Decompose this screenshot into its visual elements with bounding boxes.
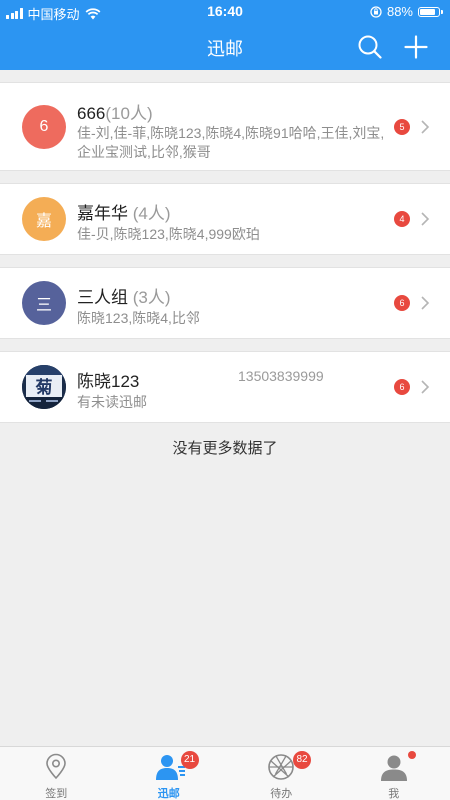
conversation-name: 嘉年华 [77,204,128,223]
search-button[interactable] [356,33,384,61]
status-right: 88% [370,4,443,19]
tab-todo[interactable]: 82 待办 [225,747,338,800]
status-bar: 中国移动 16:40 88% [0,0,450,24]
battery-icon [418,6,443,17]
conversation-title: 嘉年华 (4人) [77,199,171,224]
tab-checkin[interactable]: 签到 [0,747,113,800]
add-button[interactable] [402,33,430,61]
conversation-title: 三人组 (3人) [77,283,171,308]
unread-badge: 4 [394,211,410,227]
photo-avatar: 菊 [22,365,66,409]
shutter-icon [268,754,294,780]
conversation-name: 三人组 [77,288,128,307]
svg-text:菊: 菊 [36,377,53,398]
location-pin-icon [46,753,66,780]
unread-badge: 6 [394,295,410,311]
no-more-data-label: 没有更多数据了 [172,440,278,457]
conversation-item[interactable]: 6 666(10人) 佳-刘,佳-菲,陈晓123,陈晓4,陈晓91哈哈,王佳,刘… [0,82,450,171]
user-icon [380,755,407,781]
group-avatar: 6 [22,105,66,149]
tab-me[interactable]: 我 [338,747,450,800]
member-count: (4人) [132,204,171,223]
tab-badge: 21 [180,751,199,769]
conversation-title: 666(10人) [77,99,153,124]
app-screen: 中国移动 16:40 88% 迅邮 6 666(10人) 佳-刘,佳-菲,陈晓1… [0,0,450,800]
unread-badge: 5 [394,119,410,135]
notification-dot [407,751,416,759]
conversation-name: 陈晓123 [77,372,140,391]
conversation-name: 666 [77,104,106,123]
chevron-right-icon [421,120,430,134]
phone-number: 13503839999 [238,368,324,384]
conversation-status: 有未读迅邮 [77,394,147,410]
group-avatar: 三 [22,281,66,325]
battery-level [420,8,435,15]
chevron-right-icon [421,296,430,310]
plus-icon [404,35,428,59]
unread-badge: 6 [394,379,410,395]
contacts-icon [155,755,185,780]
tab-mail[interactable]: 21 迅邮 [113,747,226,800]
conversation-item[interactable]: 三 三人组 (3人) 陈晓123,陈晓4,比邻 6 [0,267,450,339]
tab-label: 迅邮 [157,788,180,800]
chevron-right-icon [421,212,430,226]
search-icon [358,35,382,59]
chevron-right-icon [421,380,430,394]
battery-percent: 88% [386,4,413,19]
conversation-item[interactable]: 嘉 嘉年华 (4人) 佳-贝,陈晓123,陈晓4,999欧珀 4 [0,183,450,255]
member-count: (10人) [105,104,153,123]
nav-bar: 迅邮 [0,24,450,70]
group-avatar: 嘉 [22,197,66,241]
member-count: (3人) [132,288,171,307]
tab-label: 我 [388,788,400,800]
conversation-members: 佳-刘,佳-菲,陈晓123,陈晓4,陈晓91哈哈,王佳,刘宝,企业宝测试,比邻,… [77,125,385,160]
conversation-members: 佳-贝,陈晓123,陈晓4,999欧珀 [77,226,260,242]
conversation-members: 陈晓123,陈晓4,比邻 [77,310,200,326]
tab-bar: 签到 21 迅邮 82 待办 我 [0,746,450,800]
orientation-lock-icon [370,5,382,18]
tab-badge: 82 [293,751,311,769]
tab-label: 待办 [270,788,293,800]
tab-label: 签到 [45,788,68,800]
conversation-item[interactable]: 菊 陈晓123 13503839999 有未读迅邮 6 [0,351,450,423]
